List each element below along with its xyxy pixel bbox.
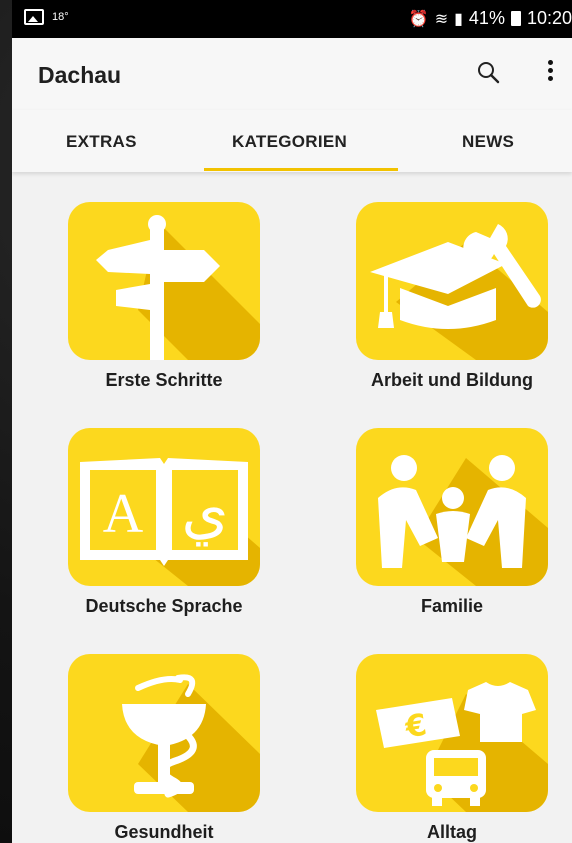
tab-extras[interactable]: EXTRAS <box>66 132 137 152</box>
money-shirt-bus-icon: € <box>376 682 548 812</box>
category-label: Erste Schritte <box>105 370 223 390</box>
category-alltag[interactable]: € Alltag <box>332 654 572 843</box>
tab-kategorien[interactable]: KATEGORIEN <box>232 132 347 152</box>
app-toolbar: Dachau <box>12 38 572 110</box>
open-book-icon: A ي <box>80 458 260 586</box>
alarm-icon: ⏰ <box>408 10 429 28</box>
svg-text:ي: ي <box>182 477 229 547</box>
family-icon <box>378 455 548 586</box>
clock: 10:20 <box>526 8 572 28</box>
signal-icon: ▮ <box>454 10 463 28</box>
tab-news[interactable]: NEWS <box>462 132 514 152</box>
image-notification-icon <box>24 9 44 25</box>
search-icon <box>478 62 500 84</box>
search-button[interactable] <box>476 60 502 86</box>
battery-icon <box>510 11 521 26</box>
category-label: Gesundheit <box>114 822 214 842</box>
category-arbeit-und-bildung[interactable]: Arbeit und Bildung <box>332 202 572 391</box>
active-tab-indicator <box>204 168 398 171</box>
app-screen: 18° ⏰ ≋ ▮ 41% 10:20 Dachau EXTRAS KATEGO… <box>12 0 572 843</box>
battery-percent: 41% <box>468 8 505 28</box>
overflow-menu-button[interactable] <box>544 60 556 88</box>
category-gesundheit[interactable]: Gesundheit <box>44 654 284 843</box>
tab-bar: EXTRAS KATEGORIEN NEWS <box>12 110 572 172</box>
status-bar: 18° ⏰ ≋ ▮ 41% 10:20 <box>12 0 572 38</box>
bowl-of-hygieia-icon <box>122 674 260 812</box>
category-label: Alltag <box>426 822 477 842</box>
svg-text:A: A <box>103 483 144 545</box>
temperature-text: 18° <box>52 11 69 23</box>
category-label: Arbeit und Bildung <box>371 370 533 390</box>
category-label: Familie <box>420 596 484 616</box>
graduation-cap-wrench-icon <box>370 224 548 360</box>
category-label: Deutsche Sprache <box>85 596 243 616</box>
signpost-icon <box>96 215 260 360</box>
category-familie[interactable]: Familie <box>332 428 572 617</box>
category-deutsche-sprache[interactable]: A ي Deutsche Sprache <box>44 428 284 617</box>
wifi-icon: ≋ <box>434 10 449 28</box>
page-title: Dachau <box>38 62 122 88</box>
category-grid: Erste Schritte Arbeit und Bildung A ي De… <box>12 172 572 843</box>
more-vert-icon <box>547 60 553 65</box>
category-erste-schritte[interactable]: Erste Schritte <box>44 202 284 391</box>
